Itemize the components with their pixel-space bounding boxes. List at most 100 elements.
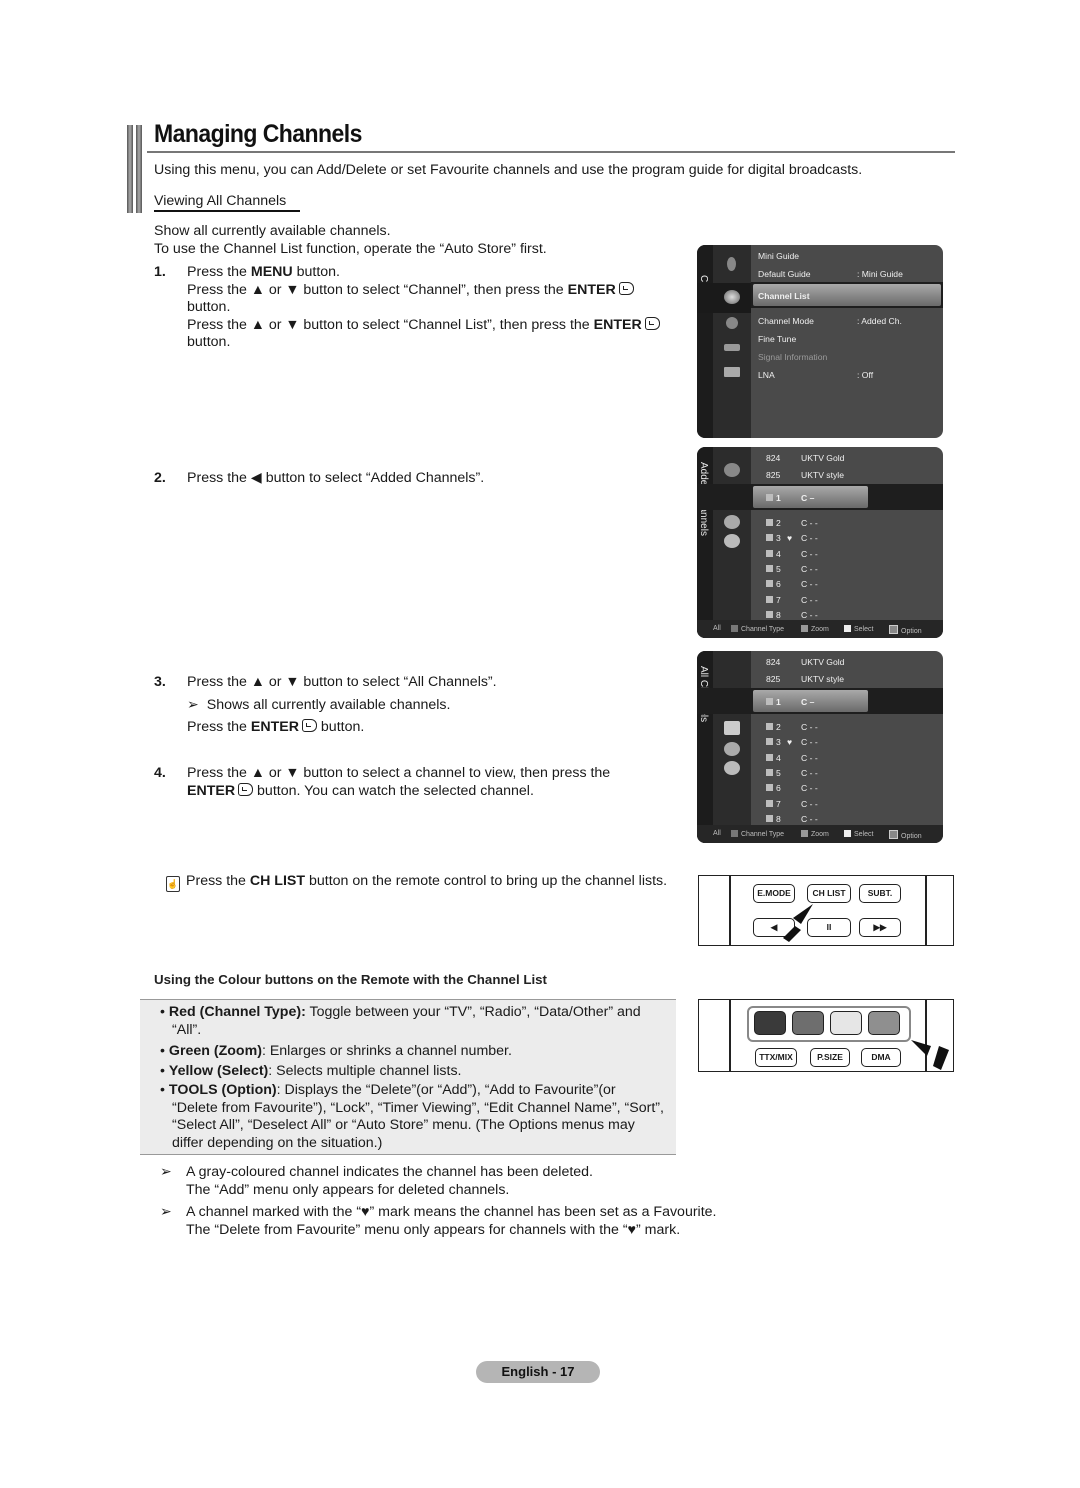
channel-row[interactable]: 2 C - - <box>766 722 818 732</box>
ttx-mix-button[interactable]: TTX/MIX <box>755 1048 797 1067</box>
subt-button[interactable]: SUBT. <box>859 884 901 903</box>
colour-section-heading: Using the Colour buttons on the Remote w… <box>154 972 547 987</box>
footer-green-key[interactable]: Zoom <box>801 830 829 838</box>
channel-row[interactable]: 3 ♥ C - - <box>766 533 818 543</box>
channel-name: C - - <box>801 737 818 748</box>
channel-row[interactable]: 5 C - - <box>766 768 818 778</box>
programmed-icon <box>724 534 740 548</box>
footer-red-key[interactable]: Channel Type <box>731 830 784 838</box>
channel-number: 2 <box>776 518 781 528</box>
dma-button[interactable]: DMA <box>861 1048 901 1067</box>
channel-name: C - - <box>801 609 818 620</box>
red-key-button[interactable] <box>754 1011 786 1035</box>
channel-row[interactable]: 8 C - - <box>766 609 818 620</box>
osd-menu-item[interactable]: LNA <box>758 370 775 380</box>
step-1-text: Press the MENU button. Press the ▲ or ▼ … <box>187 264 687 352</box>
fast-forward-button[interactable]: ▶▶ <box>859 918 901 937</box>
channel-row[interactable]: 7 C - - <box>766 595 818 605</box>
remote-hand-icon: ☝ <box>166 876 180 892</box>
section-heading-underline <box>154 210 300 212</box>
channel-row[interactable]: 6 C - - <box>766 783 818 793</box>
blue-key-button[interactable] <box>868 1011 900 1035</box>
note-arrow-icon: ➢ <box>187 697 199 713</box>
yellow-key-button[interactable] <box>830 1011 862 1035</box>
enter-key-label: ENTER <box>250 719 299 735</box>
osd-menu-item[interactable]: Fine Tune <box>758 334 796 344</box>
added-channels-icon <box>724 721 740 735</box>
note-favourite-line-2: The “Delete from Favourite” menu only ap… <box>186 1221 681 1238</box>
colour-bullets: • Red (Channel Type): Toggle between you… <box>160 1004 665 1152</box>
channel-type-icon <box>766 595 773 603</box>
step-1c-post: button. <box>187 334 231 350</box>
osd-all-channels: All Channels 824 UKTV Gold 825 UKTV styl… <box>697 651 943 843</box>
osd-menu-value: : Off <box>857 370 874 380</box>
green-key-button[interactable] <box>792 1011 824 1035</box>
favourite-heart-icon: ♥ <box>787 533 793 544</box>
footer-tools-key[interactable]: Option <box>889 625 922 635</box>
channel-row-selected[interactable]: 1 C – <box>766 697 814 707</box>
remote-illustration-colour: TTX/MIX P.SIZE DMA <box>698 999 954 1072</box>
footer-yellow-key[interactable]: Select <box>844 625 873 633</box>
channel-row[interactable]: 8 C - - <box>766 814 818 824</box>
psize-button[interactable]: P.SIZE <box>810 1048 850 1067</box>
channel-name[interactable]: UKTV style <box>801 674 844 684</box>
osd-menu-item-disabled: Signal Information <box>758 352 828 362</box>
step-1-number: 1. <box>154 264 166 280</box>
footer-green-key[interactable]: Zoom <box>801 625 829 633</box>
channel-name: C - - <box>801 563 818 574</box>
osd-footer: All Channel Type Zoom Select Option <box>697 620 943 638</box>
channel-row[interactable]: 7 C - - <box>766 798 818 809</box>
osd-icon-column <box>697 245 751 438</box>
channel-name: C - - <box>801 579 818 590</box>
channel-row[interactable]: 6 C - - <box>766 579 818 590</box>
channel-row[interactable]: 4 C - - <box>766 549 818 559</box>
step-4-text: Press the ▲ or ▼ button to select a chan… <box>187 765 657 800</box>
osd-icon-column <box>713 651 751 843</box>
favourite-heart-icon <box>724 742 740 756</box>
osd-menu-item[interactable]: Channel Mode <box>758 316 814 326</box>
favourite-heart-icon: ♥ <box>787 737 793 748</box>
channel-row[interactable]: 4 C - - <box>766 753 818 763</box>
step-1b-post: button. <box>187 299 231 315</box>
channel-row[interactable]: 3 ♥ C - - <box>766 737 818 747</box>
channel-type-icon <box>766 738 773 746</box>
channel-number: 8 <box>776 609 781 620</box>
note-favourite: ➢ A channel marked with the “♥” mark mean… <box>160 1204 717 1239</box>
channel-number: 7 <box>776 798 781 809</box>
section-marker-bars <box>127 125 147 213</box>
step-3-note: ➢ Shows all currently available channels… <box>187 697 450 715</box>
bullet-green: • Green (Zoom): Enlarges or shrinks a ch… <box>160 1043 512 1059</box>
channel-number: 1 <box>776 493 781 503</box>
channel-name[interactable]: UKTV style <box>801 470 844 480</box>
channel-name: C - - <box>801 533 818 544</box>
chlist-button[interactable]: CH LIST <box>807 884 851 903</box>
channel-name: C - - <box>801 798 818 809</box>
enter-icon <box>301 719 317 732</box>
footer-red-key[interactable]: Channel Type <box>731 625 784 633</box>
channel-name: C - - <box>801 752 818 763</box>
channel-row[interactable]: 2 C - - <box>766 518 818 528</box>
note-arrow-icon: ➢ <box>160 1164 172 1180</box>
channel-row-selected[interactable]: 1 C – <box>766 493 814 503</box>
osd-menu-item[interactable]: Default Guide <box>758 269 811 279</box>
emode-button[interactable]: E.MODE <box>753 884 795 903</box>
bullet-red: • Red (Channel Type): Toggle between you… <box>160 1004 641 1038</box>
application-icon <box>724 367 740 377</box>
osd-added-channels: Added Channels 824 UKTV Gold 825 UKTV st… <box>697 447 943 638</box>
channel-name[interactable]: UKTV Gold <box>801 453 844 463</box>
osd-menu-item[interactable]: Mini Guide <box>758 251 799 261</box>
channel-type-icon <box>766 768 773 776</box>
osd-menu-value: : Mini Guide <box>857 269 903 279</box>
step-3-text: Press the ▲ or ▼ button to select “All C… <box>187 674 497 690</box>
pointer-arrow-icon <box>911 1040 949 1070</box>
chlist-note-post: button on the remote control to bring up… <box>305 873 668 889</box>
channel-name[interactable]: UKTV Gold <box>801 657 844 667</box>
channel-row[interactable]: 5 C - - <box>766 564 818 574</box>
footer-yellow-key[interactable]: Select <box>844 830 873 838</box>
channel-number: 6 <box>776 579 781 590</box>
footer-tools-key[interactable]: Option <box>889 830 922 840</box>
step-4-line-2: button. You can watch the selected chann… <box>253 782 534 799</box>
osd-menu-item-selected[interactable]: Channel List <box>758 291 810 301</box>
step-3-enter-post: button. <box>316 719 365 735</box>
step-4-line-1: Press the ▲ or ▼ button to select a chan… <box>187 765 611 781</box>
